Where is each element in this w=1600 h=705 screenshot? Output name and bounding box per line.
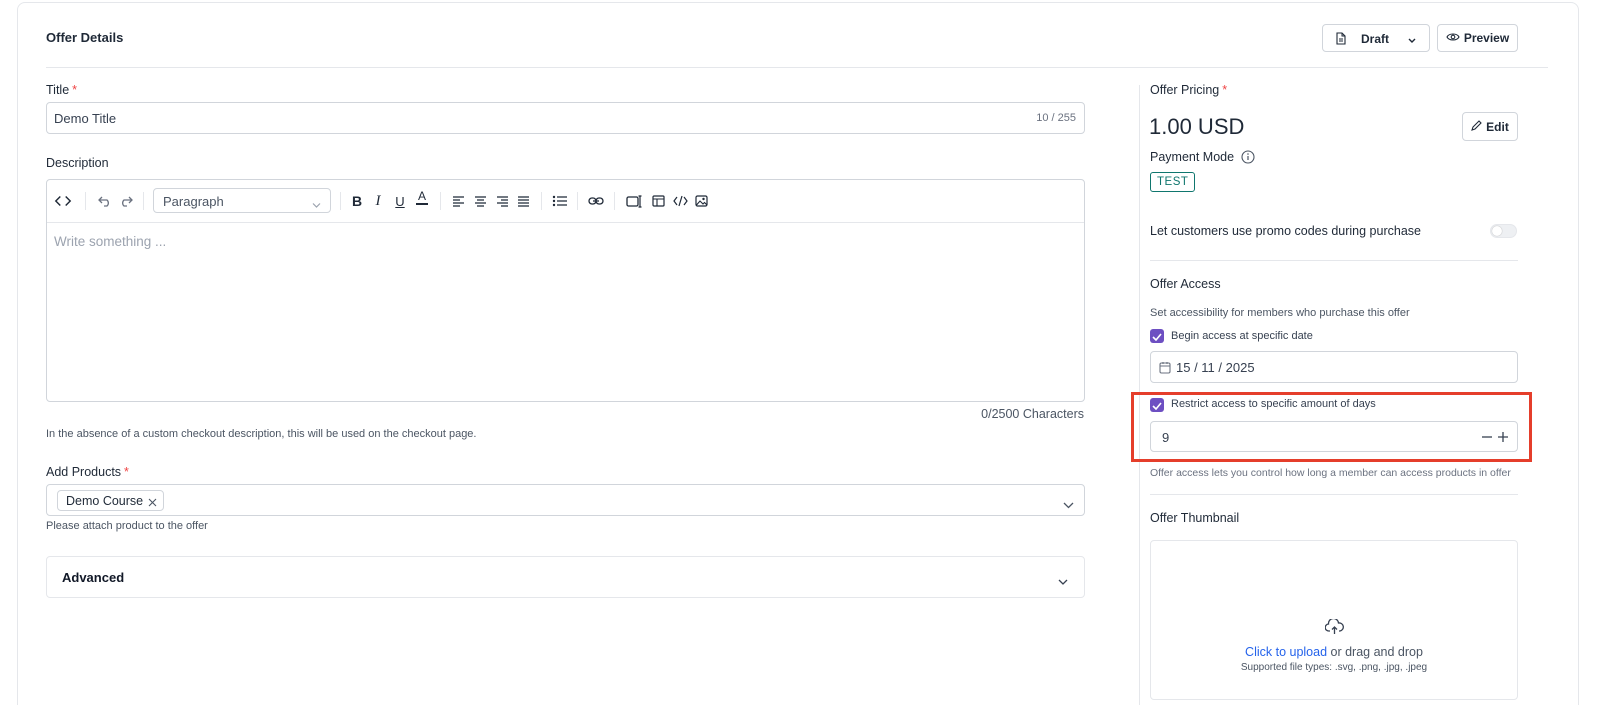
close-icon[interactable]	[148, 496, 157, 510]
embed-icon[interactable]	[625, 193, 643, 209]
check-icon	[1152, 329, 1162, 344]
days-value: 9	[1162, 430, 1170, 445]
bullet-list-icon[interactable]	[551, 193, 569, 209]
redo-icon[interactable]	[117, 193, 135, 209]
title-input[interactable]: Demo Title 10 / 255	[46, 102, 1085, 134]
document-icon	[1335, 32, 1347, 48]
price-amount: 1.00 USD	[1149, 114, 1245, 139]
offer-pricing-label: Offer Pricing *	[1150, 83, 1228, 97]
minus-icon[interactable]	[1481, 431, 1493, 446]
editor-toolbar-divider	[47, 222, 1084, 223]
begin-date-value: 15 / 11 / 2025	[1176, 360, 1255, 375]
product-chip-label: Demo Course	[66, 493, 144, 508]
description-char-count: 0/2500 Characters	[981, 407, 1084, 421]
align-left-icon[interactable]	[449, 193, 467, 209]
calendar-icon	[1159, 361, 1171, 377]
toolbar-separator	[577, 192, 578, 210]
page-title: Offer Details	[46, 30, 124, 45]
thumbnail-dropzone[interactable]: Click to upload or drag and drop Support…	[1150, 540, 1518, 700]
upload-cloud-icon	[1324, 617, 1344, 638]
align-right-icon[interactable]	[493, 193, 511, 209]
pencil-icon	[1471, 119, 1482, 134]
italic-icon[interactable]: I	[369, 193, 387, 209]
image-icon[interactable]	[692, 193, 710, 209]
eye-icon	[1446, 31, 1460, 45]
section-divider	[1150, 260, 1518, 261]
block-type-select[interactable]: Paragraph	[153, 188, 331, 213]
header-divider	[46, 67, 1548, 68]
products-select[interactable]: Demo Course	[46, 484, 1085, 516]
undo-icon[interactable]	[96, 193, 114, 209]
underline-icon[interactable]: U	[391, 193, 409, 209]
table-icon[interactable]	[649, 193, 667, 209]
preview-label: Preview	[1463, 31, 1510, 45]
check-icon	[1152, 398, 1162, 413]
upload-instructions: Click to upload or drag and drop	[1151, 645, 1517, 659]
begin-access-label: Begin access at specific date	[1171, 330, 1313, 342]
toolbar-separator	[614, 192, 615, 210]
preview-button[interactable]: Preview	[1437, 24, 1518, 52]
status-label: Draft	[1361, 32, 1390, 46]
plus-icon[interactable]	[1497, 431, 1509, 446]
click-to-upload-link[interactable]: Click to upload	[1245, 645, 1327, 659]
bold-icon[interactable]: B	[348, 193, 366, 209]
advanced-label: Advanced	[62, 570, 125, 585]
title-input-value: Demo Title	[54, 111, 117, 126]
source-code-icon[interactable]	[54, 193, 72, 209]
align-justify-icon[interactable]	[514, 193, 532, 209]
offer-thumbnail-title: Offer Thumbnail	[1150, 511, 1240, 525]
restrict-access-label: Restrict access to specific amount of da…	[1171, 398, 1376, 410]
toolbar-separator	[340, 192, 341, 210]
chevron-down-icon	[1407, 34, 1417, 48]
chevron-down-icon	[312, 197, 321, 212]
title-field-label: Title *	[46, 83, 78, 97]
promo-codes-label: Let customers use promo codes during pur…	[1150, 224, 1421, 238]
payment-mode-badge: TEST	[1150, 172, 1196, 192]
advanced-accordion[interactable]: Advanced	[46, 556, 1085, 598]
begin-date-input[interactable]: 15 / 11 / 2025	[1150, 351, 1518, 383]
edit-pricing-button[interactable]: Edit	[1462, 112, 1518, 141]
begin-access-checkbox[interactable]	[1150, 329, 1164, 343]
offer-access-help-text: Offer access lets you control how long a…	[1150, 467, 1511, 479]
info-icon[interactable]	[1241, 150, 1255, 167]
edit-label: Edit	[1486, 119, 1509, 134]
description-placeholder[interactable]: Write something ...	[54, 234, 166, 249]
supported-file-types: Supported file types: .svg, .png, .jpg, …	[1240, 662, 1428, 673]
chevron-down-icon	[1063, 497, 1074, 512]
chevron-down-icon	[1058, 574, 1068, 589]
toggle-knob	[1492, 226, 1502, 236]
title-char-counter: 10 / 255	[1036, 112, 1076, 124]
toolbar-separator	[143, 192, 144, 210]
restrict-access-checkbox[interactable]	[1150, 398, 1164, 412]
toolbar-separator	[440, 192, 441, 210]
payment-mode-label: Payment Mode	[1150, 150, 1235, 164]
product-chip: Demo Course	[57, 490, 165, 511]
link-icon[interactable]	[587, 193, 605, 209]
description-label: Description	[46, 156, 109, 170]
text-color-icon[interactable]: A	[413, 190, 431, 206]
status-dropdown[interactable]: Draft	[1322, 24, 1430, 52]
toolbar-separator	[85, 192, 86, 210]
align-center-icon[interactable]	[471, 193, 489, 209]
block-type-value: Paragraph	[163, 194, 224, 209]
drag-drop-text: or drag and drop	[1327, 645, 1423, 659]
days-stepper[interactable]: 9	[1150, 421, 1518, 452]
products-help-text: Please attach product to the offer	[46, 520, 208, 532]
promo-codes-toggle[interactable]	[1490, 224, 1517, 238]
description-help-text: In the absence of a custom checkout desc…	[46, 428, 477, 440]
toolbar-separator	[541, 192, 542, 210]
offer-access-title: Offer Access	[1150, 277, 1221, 291]
code-block-icon[interactable]	[671, 193, 689, 209]
add-products-label: Add Products *	[46, 465, 129, 479]
offer-access-subtitle: Set accessibility for members who purcha…	[1150, 307, 1410, 319]
section-divider	[1150, 494, 1518, 495]
